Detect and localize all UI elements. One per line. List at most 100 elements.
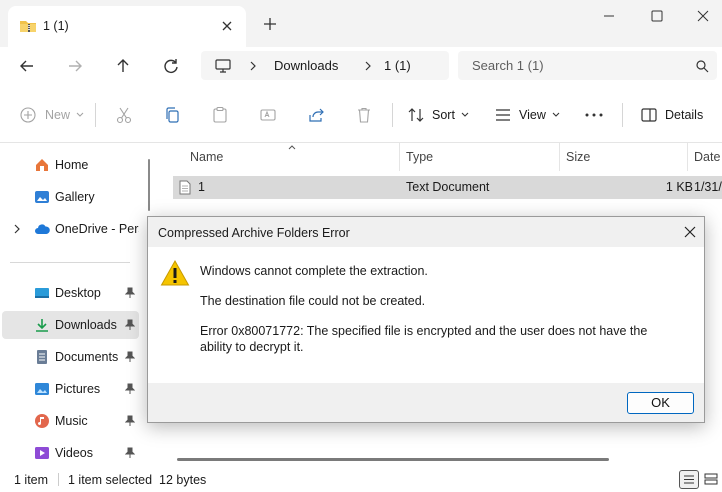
title-bar: 1 (1) <box>0 0 722 47</box>
sidebar-item-onedrive[interactable]: OneDrive - Perso <box>2 215 139 243</box>
column-divider[interactable] <box>559 143 560 171</box>
maximize-icon[interactable] <box>648 8 666 24</box>
address-box[interactable]: Downloads 1 (1) <box>201 51 449 80</box>
sort-caret-icon <box>287 144 297 150</box>
sidebar-item-music[interactable]: Music <box>2 407 139 435</box>
column-divider[interactable] <box>399 143 400 171</box>
details-pane-icon <box>641 108 657 122</box>
sidebar-item-home[interactable]: Home <box>2 151 139 179</box>
download-icon <box>34 317 50 333</box>
table-row[interactable]: 1 Text Document 1 KB 1/31/ <box>173 176 722 199</box>
file-date: 1/31/ <box>694 180 722 194</box>
sidebar-item-label: Downloads <box>55 318 117 332</box>
column-header-date[interactable]: Date <box>694 150 720 164</box>
view-list-icon <box>496 109 510 121</box>
trash-icon <box>358 107 370 123</box>
error-dialog: Compressed Archive Folders Error Windows… <box>147 216 705 423</box>
pin-icon[interactable] <box>125 415 135 427</box>
delete-button[interactable] <box>355 87 373 143</box>
sidebar-item-label: Home <box>55 158 89 172</box>
chevron-down-icon <box>76 112 84 117</box>
sidebar-item-downloads[interactable]: Downloads <box>2 311 139 339</box>
column-header-name[interactable]: Name <box>190 150 223 164</box>
share-button[interactable] <box>307 87 325 143</box>
video-icon <box>34 445 50 461</box>
view-label: View <box>519 108 546 122</box>
search-input[interactable]: Search 1 (1) <box>458 51 717 80</box>
pin-icon[interactable] <box>125 383 135 395</box>
sort-button[interactable]: Sort <box>407 87 470 143</box>
new-label: New <box>45 108 71 122</box>
details-view-icon <box>684 475 694 484</box>
sidebar-item-label: OneDrive - Perso <box>55 222 139 236</box>
music-icon <box>34 413 50 429</box>
sidebar-item-label: Desktop <box>55 286 101 300</box>
sidebar-item-label: Videos <box>55 446 93 460</box>
view-button[interactable]: View <box>494 87 561 143</box>
pin-icon[interactable] <box>125 319 135 331</box>
column-header-type[interactable]: Type <box>406 150 433 164</box>
dialog-message-main: Windows cannot complete the extraction. <box>200 264 428 278</box>
pin-icon[interactable] <box>125 351 135 363</box>
sidebar-item-desktop[interactable]: Desktop <box>2 279 139 307</box>
column-header-size[interactable]: Size <box>566 150 590 164</box>
gallery-icon <box>34 189 50 205</box>
forward-arrow-icon[interactable] <box>63 54 87 78</box>
minimize-icon[interactable] <box>598 8 620 24</box>
address-bar-row: Downloads 1 (1) Search 1 (1) <box>0 47 722 87</box>
copy-button[interactable] <box>163 87 181 143</box>
new-tab-icon[interactable] <box>262 16 278 32</box>
rename-button[interactable] <box>259 87 277 143</box>
tiles-view-toggle[interactable] <box>703 471 719 487</box>
copy-icon <box>166 107 179 123</box>
refresh-icon[interactable] <box>159 54 183 78</box>
more-icon <box>585 113 603 117</box>
more-options-button[interactable] <box>584 87 604 143</box>
text-file-icon <box>179 180 191 195</box>
document-icon <box>34 349 50 365</box>
tiles-view-icon <box>704 473 718 485</box>
sidebar-item-videos[interactable]: Videos <box>2 439 139 467</box>
dialog-title: Compressed Archive Folders Error <box>158 226 350 240</box>
expand-chevron-icon[interactable] <box>12 223 22 235</box>
cut-button[interactable] <box>115 87 133 143</box>
clipboard-icon <box>213 106 227 123</box>
details-button[interactable]: Details <box>640 87 703 143</box>
command-bar: New Sort View Details <box>0 87 722 143</box>
tab-active[interactable]: 1 (1) <box>8 6 246 47</box>
sidebar-item-label: Gallery <box>55 190 95 204</box>
pin-icon[interactable] <box>125 287 135 299</box>
breadcrumb-current[interactable]: 1 (1) <box>384 58 411 73</box>
sidebar-item-documents[interactable]: Documents <box>2 343 139 371</box>
chevron-right-icon[interactable] <box>363 59 373 73</box>
navigation-pane: Home Gallery OneDrive - Perso Desktop Do… <box>0 143 141 467</box>
column-divider[interactable] <box>687 143 688 171</box>
toolbar-divider <box>622 103 623 127</box>
new-button[interactable]: New <box>19 87 85 143</box>
chevron-right-icon[interactable] <box>248 59 258 73</box>
tab-close-icon[interactable] <box>218 17 236 35</box>
window-close-icon[interactable] <box>694 8 712 24</box>
horizontal-scrollbar[interactable] <box>177 458 609 461</box>
computer-icon <box>214 58 232 74</box>
back-arrow-icon[interactable] <box>15 54 39 78</box>
ok-button[interactable]: OK <box>627 392 694 414</box>
plus-circle-icon <box>20 107 36 123</box>
up-arrow-icon[interactable] <box>111 54 135 78</box>
sidebar-scrollbar[interactable] <box>148 159 150 211</box>
file-type: Text Document <box>406 180 490 194</box>
paste-button[interactable] <box>211 87 229 143</box>
sidebar-item-gallery[interactable]: Gallery <box>2 183 139 211</box>
sidebar-item-label: Music <box>55 414 88 428</box>
pictures-icon <box>34 381 50 397</box>
dialog-body: Windows cannot complete the extraction. … <box>148 247 704 383</box>
toolbar-divider <box>392 103 393 127</box>
sort-icon <box>408 108 424 122</box>
details-view-toggle[interactable] <box>679 470 699 489</box>
sidebar-item-pictures[interactable]: Pictures <box>2 375 139 403</box>
desktop-icon <box>34 285 50 301</box>
zip-folder-icon <box>19 18 37 34</box>
breadcrumb-downloads[interactable]: Downloads <box>274 58 338 73</box>
dialog-close-icon[interactable] <box>682 224 698 240</box>
pin-icon[interactable] <box>125 447 135 459</box>
